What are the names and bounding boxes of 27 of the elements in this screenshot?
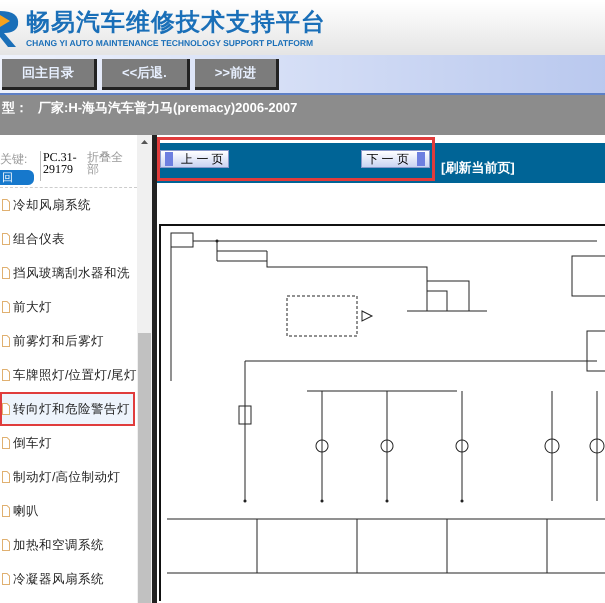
sidebar-item[interactable]: 制动灯/高位制动灯	[0, 460, 135, 494]
nav-button[interactable]: <<后退.	[102, 58, 190, 90]
sidebar-item[interactable]: 倒车灯	[0, 426, 135, 460]
site-title: 畅易汽车维修技术支持平台	[26, 8, 326, 38]
sidebar-item[interactable]: 冷凝器风扇系统	[0, 562, 135, 596]
sidebar-item[interactable]: 转向灯和危险警告灯	[0, 392, 135, 426]
nav-button[interactable]: >>前进	[194, 58, 279, 90]
sidebar-item[interactable]: 组合仪表	[0, 222, 135, 256]
site-subtitle: CHANG YI AUTO MAINTENANCE TECHNOLOGY SUPPORT PLATFORM	[26, 38, 314, 48]
sidebar-item[interactable]: 车牌照灯/位置灯/尾灯	[0, 358, 135, 392]
previous-page-button[interactable]: 上 一 页	[160, 150, 229, 168]
sidebar-item[interactable]: 冷却风扇系统	[0, 188, 135, 222]
document-code: PC.31-29179	[40, 151, 81, 181]
sidebar-item[interactable]: 挡风玻璃刮水器和洗	[0, 256, 135, 290]
keyword-label: 关键:	[0, 151, 28, 168]
sidebar-item[interactable]: 前大灯	[0, 290, 135, 324]
next-page-button[interactable]: 下 一 页	[361, 150, 430, 168]
return-button[interactable]: 回	[0, 170, 34, 185]
breadcrumb-label: 型：	[2, 99, 28, 117]
nav-button[interactable]: 回主目录	[2, 58, 97, 90]
document-icon	[2, 403, 10, 415]
scrollbar-thumb[interactable]	[138, 333, 151, 603]
sidebar-item[interactable]: 前雾灯和后雾灯	[0, 324, 135, 358]
breadcrumb-text: 厂家:H-海马汽车普力马(premacy)2006-2007	[38, 99, 298, 117]
sidebar-item[interactable]: 喇叭	[0, 494, 135, 528]
refresh-link[interactable]: [刷新当前页]	[441, 159, 515, 177]
sidebar-item[interactable]: 加热和空调系统	[0, 528, 135, 562]
